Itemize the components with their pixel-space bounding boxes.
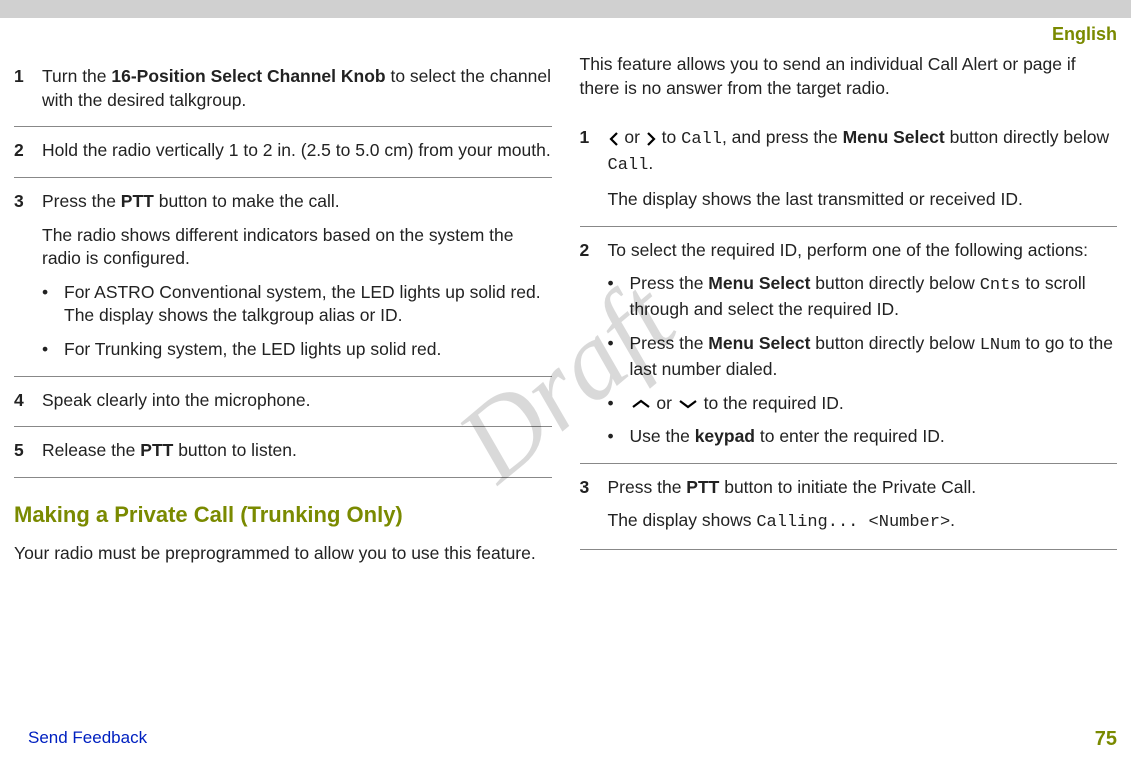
step-text: Hold the radio vertically 1 to 2 in. (2.…	[42, 139, 552, 163]
bullet-text: Press the Menu Select button directly be…	[630, 332, 1118, 382]
step: 4Speak clearly into the microphone.	[14, 377, 552, 428]
step: 1 or to Call, and press the Menu Select …	[580, 114, 1118, 227]
step-text: Turn the 16-Position Select Channel Knob…	[42, 65, 552, 112]
step-text: To select the required ID, perform one o…	[608, 239, 1118, 263]
step-number: 3	[580, 476, 608, 536]
bullet-dot: •	[608, 392, 630, 416]
bullet-dot: •	[42, 338, 64, 362]
step-body: Turn the 16-Position Select Channel Knob…	[42, 65, 552, 112]
step-body: To select the required ID, perform one o…	[608, 239, 1118, 449]
window-topbar	[0, 0, 1131, 18]
step-number: 5	[14, 439, 42, 463]
bullet-text: Use the keypad to enter the required ID.	[630, 425, 945, 449]
bullet-item: • or to the required ID.	[608, 392, 1118, 416]
step-text: or to Call, and press the Menu Select bu…	[608, 126, 1118, 178]
step: 5Release the PTT button to listen.	[14, 427, 552, 478]
step-text: Press the PTT button to make the call.	[42, 190, 552, 214]
step: 3Press the PTT button to make the call. T…	[14, 178, 552, 377]
bullet-dot: •	[608, 425, 630, 449]
page-footer: Send Feedback 75	[0, 728, 1131, 751]
step-body: Hold the radio vertically 1 to 2 in. (2.…	[42, 139, 552, 163]
step-body: or to Call, and press the Menu Select bu…	[608, 126, 1118, 212]
language-label: English	[1052, 24, 1117, 44]
step-number: 4	[14, 389, 42, 413]
right-intro: This feature allows you to send an indiv…	[580, 53, 1118, 100]
step-number: 1	[14, 65, 42, 112]
section-intro: Your radio must be preprogrammed to allo…	[14, 542, 552, 566]
bullet-item: •For Trunking system, the LED lights up …	[42, 338, 552, 362]
step-text: Release the PTT button to listen.	[42, 439, 552, 463]
step: 3Press the PTT button to initiate the Pr…	[580, 464, 1118, 551]
bullet-text: Press the Menu Select button directly be…	[630, 272, 1118, 322]
bullet-dot: •	[608, 332, 630, 382]
step: 1Turn the 16-Position Select Channel Kno…	[14, 53, 552, 127]
left-column: 1Turn the 16-Position Select Channel Kno…	[14, 53, 552, 565]
step-body: Press the PTT button to make the call. Th…	[42, 190, 552, 362]
bullet-text: For ASTRO Conventional system, the LED l…	[64, 281, 552, 328]
send-feedback-link[interactable]: Send Feedback	[28, 728, 147, 751]
step-body: Speak clearly into the microphone.	[42, 389, 552, 413]
right-column: This feature allows you to send an indiv…	[580, 53, 1118, 565]
bullet-dot: •	[608, 272, 630, 322]
step-text: Speak clearly into the microphone.	[42, 389, 552, 413]
step-number: 3	[14, 190, 42, 362]
page-number: 75	[1095, 728, 1117, 751]
section-heading: Making a Private Call (Trunking Only)	[14, 500, 552, 530]
step-body: Press the PTT button to initiate the Pri…	[608, 476, 1118, 536]
step-number: 2	[14, 139, 42, 163]
bullet-text: or to the required ID.	[630, 392, 844, 416]
bullet-item: •Press the Menu Select button directly b…	[608, 272, 1118, 322]
step-body: Release the PTT button to listen.	[42, 439, 552, 463]
step-number: 1	[580, 126, 608, 212]
step: 2To select the required ID, perform one …	[580, 227, 1118, 464]
bullet-item: •Press the Menu Select button directly b…	[608, 332, 1118, 382]
bullet-text: For Trunking system, the LED lights up s…	[64, 338, 441, 362]
bullet-list: •For ASTRO Conventional system, the LED …	[42, 281, 552, 362]
step-note: The radio shows different indicators bas…	[42, 224, 552, 271]
step-note: The display shows the last transmitted o…	[608, 188, 1118, 212]
bullet-list: •Press the Menu Select button directly b…	[608, 272, 1118, 448]
step: 2Hold the radio vertically 1 to 2 in. (2…	[14, 127, 552, 178]
bullet-item: •For ASTRO Conventional system, the LED …	[42, 281, 552, 328]
page-body: 1Turn the 16-Position Select Channel Kno…	[0, 45, 1131, 565]
step-note: The display shows Calling... <Number>.	[608, 509, 1118, 535]
bullet-dot: •	[42, 281, 64, 328]
page-header: English	[0, 18, 1131, 45]
step-number: 2	[580, 239, 608, 449]
bullet-item: •Use the keypad to enter the required ID…	[608, 425, 1118, 449]
step-text: Press the PTT button to initiate the Pri…	[608, 476, 1118, 500]
